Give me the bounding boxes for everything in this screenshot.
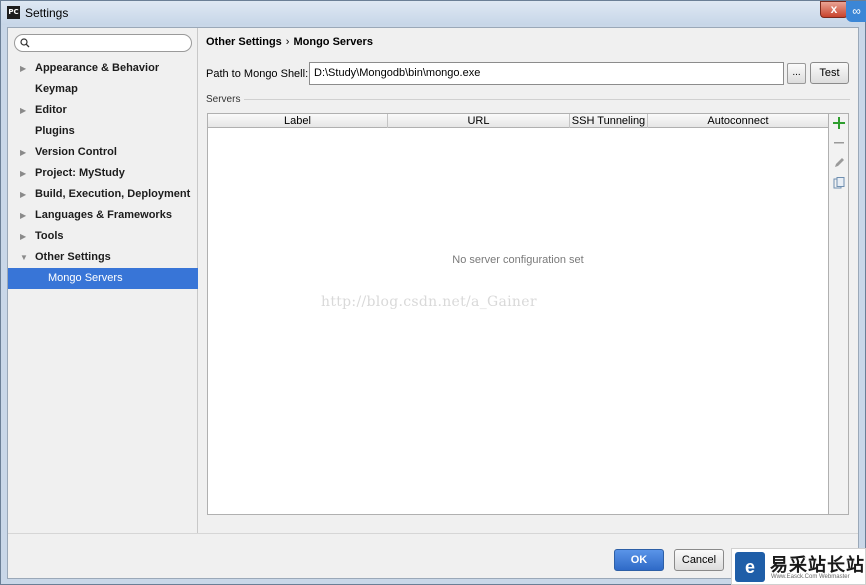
expand-arrow-icon[interactable]: ▶ [20, 100, 26, 121]
blog-watermark: http://blog.csdn.net/a_Gainer [321, 294, 537, 310]
site-logo: e 易采站长站 Www.Easck.Com Webmaster [731, 548, 866, 585]
add-icon [833, 117, 845, 129]
copy-icon [833, 177, 845, 189]
sidebar-item-keymap[interactable]: Keymap [8, 79, 198, 100]
settings-content: ▶ Appearance & Behavior Keymap ▶ Editor Pl… [7, 27, 859, 579]
sidebar-item-label: Tools [35, 230, 64, 242]
sidebar-item-label: Languages & Frameworks [35, 209, 172, 221]
cancel-button[interactable]: Cancel [674, 549, 724, 571]
column-header-ssh-tunneling[interactable]: SSH Tunneling [570, 114, 648, 128]
sidebar-item-plugins[interactable]: Plugins [8, 121, 198, 142]
title-bar[interactable]: PC Settings x [1, 1, 865, 25]
sidebar-item-label: Project: MyStudy [35, 167, 125, 179]
expand-arrow-icon[interactable]: ▶ [20, 184, 26, 205]
copy-server-button[interactable] [831, 177, 847, 193]
test-button[interactable]: Test [810, 62, 849, 84]
sidebar-item-build-execution-deployment[interactable]: ▶ Build, Execution, Deployment [8, 184, 198, 205]
settings-search-input[interactable] [14, 34, 192, 52]
chain-link-icon: ∞ [846, 1, 866, 22]
sidebar-item-label: Other Settings [35, 251, 111, 263]
table-header: Label URL SSH Tunneling Autoconnect [208, 114, 828, 128]
expand-arrow-icon[interactable]: ▶ [20, 205, 26, 226]
servers-toolbar [829, 113, 849, 515]
servers-section-label: Servers [206, 94, 241, 105]
collapse-arrow-icon[interactable]: ▼ [20, 247, 28, 268]
settings-main-panel: Other Settings › Mongo Servers Path to Mon… [199, 28, 858, 533]
section-divider [244, 99, 850, 100]
sidebar-item-label: Build, Execution, Deployment [35, 188, 191, 200]
sidebar-item-editor[interactable]: ▶ Editor [8, 100, 198, 121]
breadcrumb-parent: Other Settings [206, 36, 282, 48]
breadcrumb: Other Settings › Mongo Servers [206, 36, 373, 48]
logo-mark-icon: e [735, 552, 765, 582]
sidebar-item-label: Editor [35, 104, 67, 116]
column-header-label[interactable]: Label [208, 114, 388, 128]
expand-arrow-icon[interactable]: ▶ [20, 163, 26, 184]
sidebar-item-label: Plugins [35, 125, 75, 137]
sidebar-item-tools[interactable]: ▶ Tools [8, 226, 198, 247]
sidebar-item-label: Mongo Servers [48, 272, 123, 284]
sidebar-item-mongo-servers[interactable]: Mongo Servers [8, 268, 198, 289]
add-server-button[interactable] [831, 117, 847, 133]
window-title: Settings [25, 6, 69, 20]
expand-arrow-icon[interactable]: ▶ [20, 226, 26, 247]
sidebar-item-appearance-behavior[interactable]: ▶ Appearance & Behavior [8, 58, 198, 79]
ok-button[interactable]: OK [614, 549, 664, 571]
empty-table-message: No server configuration set [452, 254, 584, 266]
sidebar-item-languages-frameworks[interactable]: ▶ Languages & Frameworks [8, 205, 198, 226]
remove-server-button[interactable] [831, 137, 847, 153]
sidebar-item-label: Keymap [35, 83, 78, 95]
expand-arrow-icon[interactable]: ▶ [20, 142, 26, 163]
expand-arrow-icon[interactable]: ▶ [20, 58, 26, 79]
breadcrumb-current: Mongo Servers [293, 36, 373, 48]
column-header-autoconnect[interactable]: Autoconnect [648, 114, 828, 128]
breadcrumb-separator: › [285, 36, 290, 48]
remove-icon [834, 142, 844, 144]
sidebar-item-other-settings[interactable]: ▼ Other Settings [8, 247, 198, 268]
sidebar-item-label: Appearance & Behavior [35, 62, 160, 74]
edit-icon [835, 158, 844, 167]
window-close-button[interactable]: x [820, 1, 848, 18]
browse-button[interactable]: ... [787, 63, 806, 84]
sidebar-item-version-control[interactable]: ▶ Version Control [8, 142, 198, 163]
column-header-url[interactable]: URL [388, 114, 570, 128]
search-icon [20, 38, 30, 48]
pycharm-app-icon: PC [7, 6, 20, 19]
servers-table[interactable]: Label URL SSH Tunneling Autoconnect No s… [207, 113, 829, 515]
mongo-shell-path-input[interactable]: D:\Study\Mongodb\bin\mongo.exe [309, 62, 784, 85]
logo-subtitle: Www.Easck.Com Webmaster [771, 574, 850, 580]
sidebar-item-label: Version Control [35, 146, 117, 158]
settings-sidebar: ▶ Appearance & Behavior Keymap ▶ Editor Pl… [8, 28, 198, 533]
edit-server-button[interactable] [831, 157, 847, 173]
mongo-shell-path-label: Path to Mongo Shell: [206, 68, 309, 80]
settings-tree: ▶ Appearance & Behavior Keymap ▶ Editor Pl… [8, 58, 198, 289]
sidebar-item-project[interactable]: ▶ Project: MyStudy [8, 163, 198, 184]
settings-window: PC Settings x ▶ Appearance & Behavior Key… [0, 0, 866, 585]
